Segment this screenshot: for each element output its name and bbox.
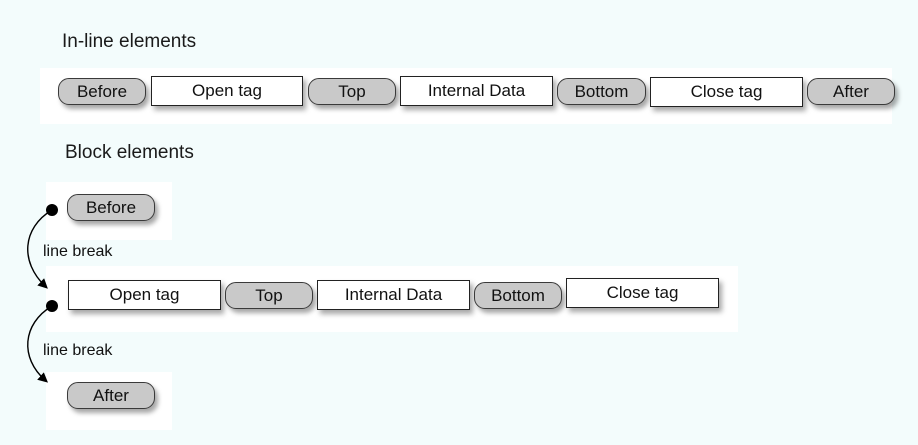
line-break-arrow-1	[27, 204, 58, 289]
line-break-connectors	[27, 204, 58, 383]
diagram-canvas: In-line elements Block elements Before O…	[0, 0, 918, 445]
line-break-arrow-2	[27, 300, 58, 383]
